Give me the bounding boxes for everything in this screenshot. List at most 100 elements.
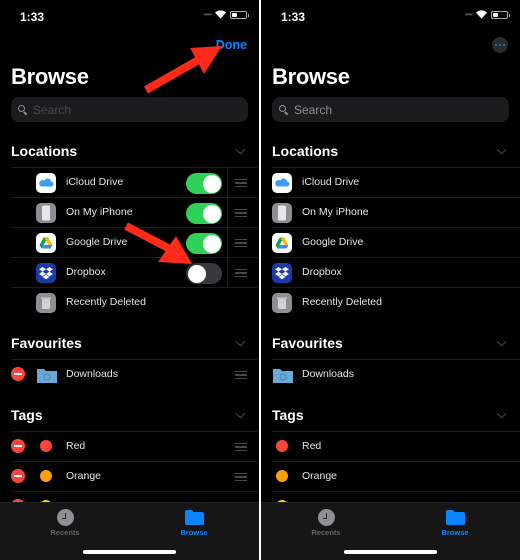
location-row-icloud[interactable]: iCloud Drive xyxy=(11,167,259,198)
dropbox-icon xyxy=(272,263,292,283)
remove-icon[interactable] xyxy=(11,469,25,483)
tab-browse[interactable]: Browse xyxy=(425,509,485,537)
tab-label: Recents xyxy=(311,528,341,537)
favourites-header[interactable]: Favourites xyxy=(272,333,509,353)
location-label: Dropbox xyxy=(66,266,106,278)
location-label: Recently Deleted xyxy=(66,296,146,308)
section-title: Favourites xyxy=(11,335,82,351)
section-title: Locations xyxy=(272,143,339,159)
location-label: On My iPhone xyxy=(66,206,133,218)
reorder-handle-icon[interactable] xyxy=(235,269,247,277)
locations-header[interactable]: Locations xyxy=(272,141,509,161)
tag-color-dot xyxy=(276,470,288,482)
annotation-arrow-dropbox xyxy=(124,222,192,264)
tab-recents[interactable]: Recents xyxy=(296,509,356,537)
section-title: Favourites xyxy=(272,335,343,351)
ellipsis-icon xyxy=(494,43,498,47)
page-title: Browse xyxy=(11,64,89,89)
downloads-folder-icon xyxy=(272,365,294,385)
location-row-google-drive[interactable]: Google Drive xyxy=(272,227,520,258)
location-row-recently-deleted[interactable]: Recently Deleted xyxy=(11,287,259,318)
location-label: Recently Deleted xyxy=(302,296,382,308)
chevron-down-icon[interactable] xyxy=(496,336,507,346)
favourite-label: Downloads xyxy=(66,368,118,380)
tab-bar: Recents Browse xyxy=(0,502,259,560)
tag-color-dot xyxy=(40,470,52,482)
more-options-button[interactable] xyxy=(492,37,508,53)
tags-header[interactable]: Tags xyxy=(272,405,509,425)
tag-row-red[interactable]: Red xyxy=(11,431,259,462)
location-row-icloud[interactable]: iCloud Drive xyxy=(272,167,520,198)
tab-bar: Recents Browse xyxy=(261,502,520,560)
iphone-icon xyxy=(272,203,292,223)
search-input[interactable]: Search xyxy=(11,97,248,122)
iphone-icon xyxy=(36,203,56,223)
page-title: Browse xyxy=(272,64,350,89)
section-title: Tags xyxy=(11,407,43,423)
location-label: iCloud Drive xyxy=(66,176,124,188)
location-row-recently-deleted[interactable]: Recently Deleted xyxy=(272,287,520,318)
tab-label: Browse xyxy=(180,528,208,537)
location-label: Dropbox xyxy=(302,266,342,278)
tags-header[interactable]: Tags xyxy=(11,405,248,425)
favourites-header[interactable]: Favourites xyxy=(11,333,248,353)
tag-row-red[interactable]: Red xyxy=(272,431,520,462)
trash-icon xyxy=(272,293,292,313)
reorder-handle-icon[interactable] xyxy=(235,443,247,451)
chevron-down-icon[interactable] xyxy=(496,144,507,154)
tab-browse[interactable]: Browse xyxy=(164,509,224,537)
favourite-row-downloads[interactable]: Downloads xyxy=(11,359,259,390)
location-label: On My iPhone xyxy=(302,206,369,218)
tag-label: Orange xyxy=(302,470,338,482)
battery-icon xyxy=(230,10,249,19)
reorder-handle-icon[interactable] xyxy=(235,239,247,247)
location-label: Google Drive xyxy=(66,236,128,248)
downloads-folder-icon xyxy=(36,365,58,385)
home-indicator[interactable] xyxy=(344,550,437,554)
tag-row-orange[interactable]: Orange xyxy=(272,461,520,492)
annotation-arrow-done xyxy=(144,46,222,94)
location-label: Google Drive xyxy=(302,236,364,248)
chevron-down-icon[interactable] xyxy=(235,408,246,418)
reorder-handle-icon[interactable] xyxy=(235,209,247,217)
signal-icon: •••• xyxy=(203,10,212,19)
status-time: 1:33 xyxy=(20,10,45,24)
chevron-down-icon[interactable] xyxy=(235,144,246,154)
home-indicator[interactable] xyxy=(83,550,176,554)
chevron-down-icon[interactable] xyxy=(496,408,507,418)
divider xyxy=(227,198,228,228)
tag-label: Red xyxy=(302,440,322,452)
tag-row-orange[interactable]: Orange xyxy=(11,461,259,492)
search-placeholder: Search xyxy=(294,102,333,117)
reorder-handle-icon[interactable] xyxy=(235,473,247,481)
location-row-on-my-iphone[interactable]: On My iPhone xyxy=(272,197,520,228)
reorder-handle-icon[interactable] xyxy=(235,371,247,379)
tab-label: Recents xyxy=(50,528,80,537)
folder-icon xyxy=(445,510,465,525)
search-input[interactable]: Search xyxy=(272,97,509,122)
chevron-down-icon[interactable] xyxy=(235,336,246,346)
remove-icon[interactable] xyxy=(11,367,25,381)
favourite-row-downloads[interactable]: Downloads xyxy=(272,359,520,390)
remove-icon[interactable] xyxy=(11,439,25,453)
search-icon xyxy=(18,104,28,115)
location-row-dropbox[interactable]: Dropbox xyxy=(272,257,520,288)
status-icons: •••• xyxy=(464,10,510,19)
divider xyxy=(227,228,228,258)
edit-mode-screen: 1:33 •••• Done Browse Search Locations i… xyxy=(0,0,259,560)
google-drive-icon xyxy=(272,233,292,253)
divider xyxy=(227,258,228,288)
tag-label: Orange xyxy=(66,470,102,482)
tab-label: Browse xyxy=(441,528,469,537)
icloud-toggle[interactable] xyxy=(186,173,222,194)
locations-header[interactable]: Locations xyxy=(11,141,248,161)
tab-recents[interactable]: Recents xyxy=(35,509,95,537)
section-title: Locations xyxy=(11,143,78,159)
section-title: Tags xyxy=(272,407,304,423)
dropbox-icon xyxy=(36,263,56,283)
tag-label: Red xyxy=(66,440,86,452)
reorder-handle-icon[interactable] xyxy=(235,179,247,187)
signal-icon: •••• xyxy=(464,10,473,19)
trash-icon xyxy=(36,293,56,313)
wifi-icon xyxy=(215,10,226,19)
